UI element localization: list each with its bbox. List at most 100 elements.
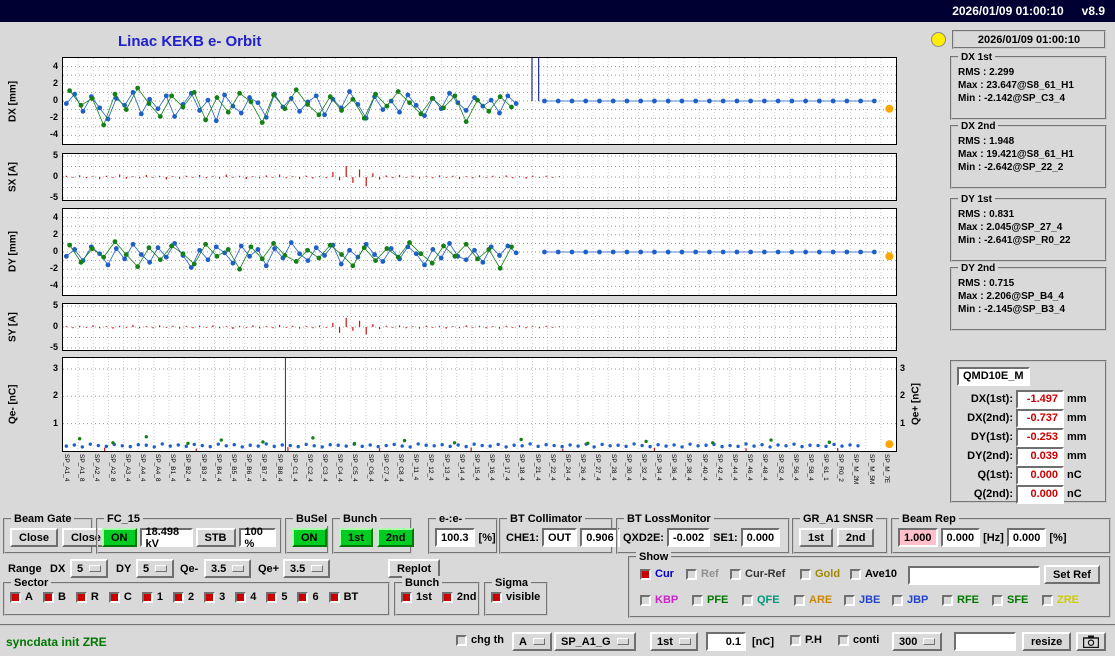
- gr-a1-2nd-button[interactable]: 2nd: [836, 528, 875, 547]
- sy-plot-canvas: [63, 304, 896, 350]
- chg-th-checkbox[interactable]: chg th: [456, 634, 504, 646]
- bunch-2nd-checkbox[interactable]: 2nd: [441, 591, 476, 603]
- show-ref-checkbox[interactable]: Ref: [686, 568, 719, 580]
- sector-3-label: 3: [219, 591, 226, 603]
- show-ref-label: Ref: [701, 568, 719, 580]
- range-dy-select[interactable]: 5: [136, 559, 175, 578]
- show-are-checkbox[interactable]: ARE: [794, 594, 832, 606]
- threshold-input[interactable]: [706, 632, 746, 651]
- qmd-row-value: -0.253: [1016, 427, 1064, 447]
- sector-a-checkbox[interactable]: A: [10, 591, 33, 603]
- show-ave10-checkbox[interactable]: Ave10: [850, 568, 897, 580]
- sector-select-value: A: [519, 635, 527, 648]
- dropdown-indicator-icon: [89, 565, 102, 572]
- interval-select[interactable]: 300: [892, 632, 943, 651]
- sector-bt-checkbox[interactable]: BT: [328, 591, 358, 603]
- beam-gate-close-button-1[interactable]: Close: [10, 528, 58, 547]
- bt-lossmonitor-title: BT LossMonitor: [624, 512, 714, 526]
- sector-6-checkbox[interactable]: 6: [297, 591, 319, 603]
- fc15-stb-button[interactable]: STB: [195, 528, 236, 547]
- sector-5-checkbox[interactable]: 5: [266, 591, 287, 603]
- dx-ytick-labels: 4 2 0 -2 -4: [49, 60, 58, 140]
- qmd-row-unit: mm: [1067, 450, 1087, 462]
- stat-rms: RMS : 1.948: [958, 136, 1015, 147]
- sector-2-checkbox[interactable]: 2: [172, 591, 194, 603]
- che1-state-readout: OUT: [542, 528, 578, 547]
- show-sfe-checkbox[interactable]: SFE: [992, 594, 1028, 606]
- show-pfe-label: PFE: [707, 594, 729, 606]
- show-kbp-checkbox[interactable]: KBP: [640, 594, 678, 606]
- bunch-top-group: Bunch 1st 2nd: [332, 512, 415, 554]
- bunch-1st-checkbox[interactable]: 1st: [401, 591, 432, 603]
- sector-1-checkbox[interactable]: 1: [141, 591, 163, 603]
- sy-ytick-labels: 5 0 -5: [49, 300, 58, 352]
- ph-checkbox[interactable]: P.H: [790, 634, 822, 646]
- checkbox-indicator: [204, 591, 216, 603]
- range-qep-label: Qe+: [258, 563, 280, 575]
- range-dx-select[interactable]: 5: [70, 559, 109, 578]
- range-dx-label: DX: [50, 563, 66, 575]
- stat-rms: RMS : 0.715: [958, 278, 1015, 289]
- show-gold-checkbox[interactable]: Gold: [800, 568, 840, 580]
- range-qem-select[interactable]: 3.5: [204, 559, 252, 578]
- show-jbp-checkbox[interactable]: JBP: [892, 594, 928, 606]
- bunch-2nd-button[interactable]: 2nd: [376, 528, 415, 547]
- che1-value-readout: 0.906: [580, 528, 620, 547]
- sector-3-checkbox[interactable]: 3: [204, 591, 225, 603]
- checkbox-indicator: [328, 591, 340, 603]
- qmd-row-unit: nC: [1067, 469, 1082, 481]
- qmd-row-dy1: DY(1st): -0.253 mm: [957, 427, 1100, 447]
- fc15-on-button[interactable]: ON: [102, 528, 137, 547]
- beam-rep-actual-readout: 0.000: [940, 528, 981, 547]
- ref-file-input[interactable]: [908, 566, 1040, 585]
- sy-axis-label: SY [A]: [7, 312, 19, 342]
- checkbox-indicator: [844, 594, 855, 606]
- busel-on-button[interactable]: ON: [292, 528, 327, 547]
- se1-label: SE1:: [713, 531, 738, 544]
- sector-a-label: A: [25, 591, 33, 603]
- qxd2e-readout: -0.002: [666, 528, 711, 547]
- gr-a1-1st-button[interactable]: 1st: [799, 528, 833, 547]
- sigma-visible-checkbox[interactable]: visible: [491, 591, 540, 603]
- sector-b-checkbox[interactable]: B: [42, 591, 66, 603]
- qmd-row-label: Q(2nd):: [973, 488, 1013, 500]
- stat-min: Min : -2.145@SP_B3_4: [958, 304, 1066, 315]
- show-rfe-checkbox[interactable]: RFE: [942, 594, 979, 606]
- count-input[interactable]: [954, 632, 1016, 651]
- qmd-row-unit: mm: [1067, 431, 1087, 443]
- se1-readout: 0.000: [740, 528, 781, 547]
- resize-button[interactable]: resize: [1022, 632, 1072, 651]
- stat-rms: RMS : 0.831: [958, 209, 1015, 220]
- sector-4-checkbox[interactable]: 4: [235, 591, 256, 603]
- show-cur-checkbox[interactable]: Cur: [640, 568, 674, 580]
- set-ref-button[interactable]: Set Ref: [1044, 565, 1100, 584]
- show-qfe-checkbox[interactable]: QFE: [742, 594, 780, 606]
- fc15-kv-readout: 18.498 kV: [139, 526, 193, 550]
- show-jbe-checkbox[interactable]: JBE: [844, 594, 880, 606]
- interval-value: 300: [899, 635, 918, 648]
- show-pfe-checkbox[interactable]: PFE: [692, 594, 728, 606]
- conti-checkbox[interactable]: conti: [838, 634, 879, 646]
- busel-group: BuSel ON: [285, 512, 331, 554]
- show-cur-ref-checkbox[interactable]: Cur-Ref: [730, 568, 785, 580]
- busel-title: BuSel: [293, 512, 331, 526]
- sector-select[interactable]: A: [512, 632, 552, 651]
- checkbox-indicator: [75, 591, 87, 603]
- screenshot-button[interactable]: [1076, 632, 1106, 651]
- sector-r-checkbox[interactable]: R: [75, 591, 99, 603]
- show-jbp-label: JBP: [907, 594, 929, 606]
- gr-a1-snsr-group: GR_A1 SNSR 1st 2nd: [792, 512, 888, 554]
- range-qep-select[interactable]: 3.5: [283, 559, 331, 578]
- sector-c-checkbox[interactable]: C: [108, 591, 132, 603]
- bunch-1st-button[interactable]: 1st: [339, 528, 373, 547]
- qmd-row-q1: Q(1st): 0.000 nC: [957, 465, 1100, 485]
- show-zre-checkbox[interactable]: ZRE: [1042, 594, 1079, 606]
- qmd-row-dx1: DX(1st): -1.497 mm: [957, 389, 1100, 409]
- bunch-order-select[interactable]: 1st: [650, 632, 698, 651]
- checkbox-indicator: [441, 591, 453, 603]
- ee-ratio-group: e-:e- 100.3 [%]: [428, 512, 498, 554]
- dy-plot-canvas: [63, 209, 896, 295]
- checkbox-indicator: [172, 591, 184, 603]
- fc15-percent-readout: 100 %: [238, 526, 276, 550]
- bpm-select[interactable]: SP_A1_G: [554, 632, 636, 651]
